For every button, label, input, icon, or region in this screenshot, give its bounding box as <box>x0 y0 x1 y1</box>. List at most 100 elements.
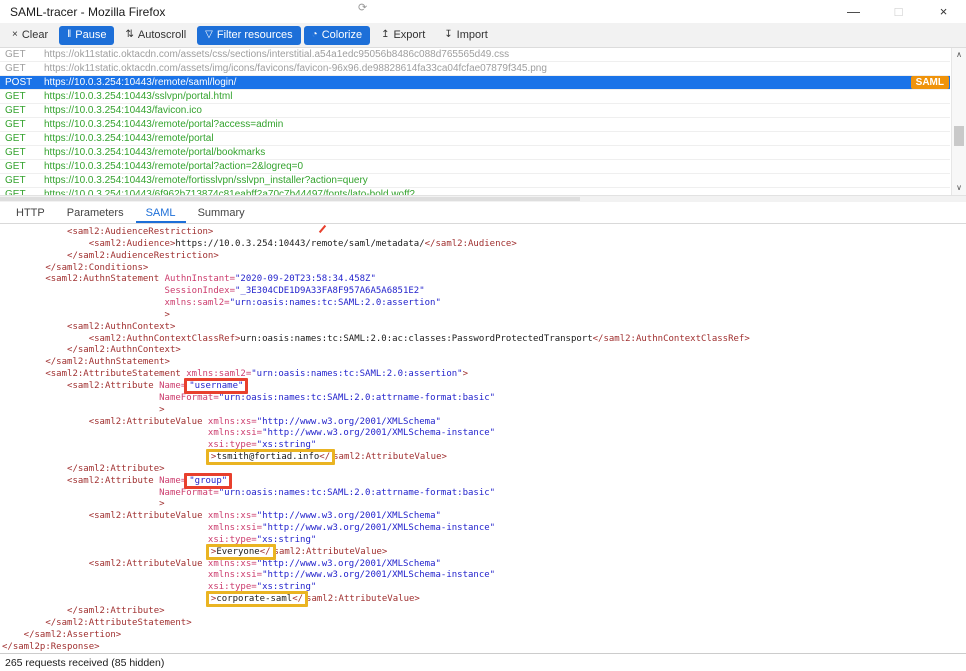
request-row[interactable]: GEThttps://ok11static.oktacdn.com/assets… <box>0 48 950 62</box>
scroll-up-icon[interactable]: ∧ <box>952 48 966 62</box>
request-method: GET <box>0 90 44 103</box>
toolbar-button-label: Autoscroll <box>138 29 186 41</box>
request-row[interactable]: GEThttps://10.0.3.254:10443/remote/porta… <box>0 118 950 132</box>
xml-line: >corporate-saml</saml2:AttributeValue> <box>2 594 966 606</box>
toolbar-button-label: Filter resources <box>217 29 293 41</box>
pause-icon: ‖ <box>67 30 71 40</box>
saml-xml-pane: <saml2:AudienceRestriction> <saml2:Audie… <box>0 224 966 653</box>
toolbar-button-label: Clear <box>22 29 48 41</box>
request-url: https://10.0.3.254:10443/sslvpn/portal.h… <box>44 90 950 103</box>
request-method: GET <box>0 62 44 75</box>
request-list-scrollbar[interactable]: ∧ ∨ <box>951 48 966 195</box>
xml-line: xmlns:xsi="http://www.w3.org/2001/XMLSch… <box>2 428 966 440</box>
request-url: https://ok11static.oktacdn.com/assets/im… <box>44 62 950 75</box>
annotation-box-yellow: >Everyone</ <box>206 544 276 560</box>
close-button[interactable]: × <box>921 0 966 23</box>
request-method: GET <box>0 174 44 187</box>
request-url: https://10.0.3.254:10443/remote/portal?a… <box>44 160 950 173</box>
xml-line: </saml2:Attribute> <box>2 464 966 476</box>
filter-resources-button[interactable]: ▽ Filter resources <box>197 26 301 45</box>
clear-icon: × <box>12 30 18 40</box>
toolbar-button-label: Export <box>393 29 425 41</box>
autoscroll-button[interactable]: ⇅ Autoscroll <box>117 26 194 45</box>
xml-line: <saml2:AuthnContext> <box>2 322 966 334</box>
request-method: GET <box>0 160 44 173</box>
xml-line: xsi:type="xs:string" <box>2 440 966 452</box>
saml-badge: SAML <box>911 76 949 89</box>
request-method: GET <box>0 188 44 195</box>
xml-line: xsi:type="xs:string" <box>2 582 966 594</box>
xml-line: </saml2:AttributeStatement> <box>2 618 966 630</box>
request-list: GEThttps://ok11static.oktacdn.com/assets… <box>0 48 966 195</box>
minimize-button[interactable]: — <box>831 0 876 23</box>
request-url: https://10.0.3.254:10443/remote/portal/b… <box>44 146 950 159</box>
autoscroll-icon: ⇅ <box>125 30 133 40</box>
request-url: https://ok11static.oktacdn.com/assets/cs… <box>44 48 950 61</box>
scroll-down-icon[interactable]: ∨ <box>952 181 966 195</box>
request-row[interactable]: GEThttps://10.0.3.254:10443/6f962b713874… <box>0 188 950 195</box>
request-row[interactable]: GEThttps://10.0.3.254:10443/remote/porta… <box>0 146 950 160</box>
request-url: https://10.0.3.254:10443/remote/portal?a… <box>44 118 950 131</box>
annotation-box-yellow: >tsmith@fortiad.info</ <box>206 449 335 465</box>
xml-line: xmlns:xsi="http://www.w3.org/2001/XMLSch… <box>2 570 966 582</box>
xml-line: </saml2:Conditions> <box>2 263 966 275</box>
maximize-button[interactable]: □ <box>876 0 921 23</box>
window-title: SAML-tracer - Mozilla Firefox <box>10 5 165 19</box>
request-method: GET <box>0 118 44 131</box>
tab-http[interactable]: HTTP <box>6 204 55 223</box>
xml-line: <saml2:Audience>https://10.0.3.254:10443… <box>2 239 966 251</box>
annotation-box-yellow: >corporate-saml</ <box>206 591 308 607</box>
import-icon: ↧ <box>444 30 452 40</box>
busy-cursor-icon: ⟳ <box>358 1 367 14</box>
request-url: https://10.0.3.254:10443/remote/fortissl… <box>44 174 950 187</box>
xml-line: <saml2:Attribute Name="group" <box>2 476 966 488</box>
request-row[interactable]: GEThttps://10.0.3.254:10443/remote/porta… <box>0 160 950 174</box>
xml-line: <saml2:AttributeValue xmlns:xs="http://w… <box>2 511 966 523</box>
xml-line: <saml2:AuthnStatement AuthnInstant="2020… <box>2 274 966 286</box>
xml-line: <saml2:AuthnContextClassRef>urn:oasis:na… <box>2 334 966 346</box>
tab-saml[interactable]: SAML <box>136 204 186 223</box>
xml-line: > <box>2 310 966 322</box>
xml-line: NameFormat="urn:oasis:names:tc:SAML:2.0:… <box>2 488 966 500</box>
xml-line: SessionIndex="_3E304CDE1D9A33FA8F957A6A5… <box>2 286 966 298</box>
request-row[interactable]: POSThttps://10.0.3.254:10443/remote/saml… <box>0 76 950 90</box>
request-row[interactable]: GEThttps://10.0.3.254:10443/remote/porta… <box>0 132 950 146</box>
tab-parameters[interactable]: Parameters <box>57 204 134 223</box>
request-url: https://10.0.3.254:10443/remote/portal <box>44 132 950 145</box>
status-bar: 265 requests received (85 hidden) <box>0 653 966 671</box>
xml-line: <saml2:Attribute Name="username" <box>2 381 966 393</box>
xml-line: xsi:type="xs:string" <box>2 535 966 547</box>
xml-line: <saml2:AudienceRestriction> <box>2 227 966 239</box>
filter-icon: ▽ <box>205 30 213 40</box>
annotation-box-red: "group" <box>184 473 232 489</box>
xml-line: <saml2:AttributeValue xmlns:xs="http://w… <box>2 417 966 429</box>
request-method: GET <box>0 146 44 159</box>
request-url: https://10.0.3.254:10443/remote/saml/log… <box>44 76 910 89</box>
clear-button[interactable]: × Clear <box>4 26 56 45</box>
scrollbar-thumb[interactable] <box>954 126 964 146</box>
request-row[interactable]: GEThttps://10.0.3.254:10443/remote/forti… <box>0 174 950 188</box>
xml-line: >tsmith@fortiad.info</saml2:AttributeVal… <box>2 452 966 464</box>
request-row[interactable]: GEThttps://ok11static.oktacdn.com/assets… <box>0 62 950 76</box>
xml-line: </saml2:AuthnContext> <box>2 345 966 357</box>
horizontal-scrollbar-thumb[interactable] <box>0 197 580 201</box>
export-button[interactable]: ↥Export <box>373 26 433 45</box>
xml-line: </saml2:Assertion> <box>2 630 966 642</box>
pause-button[interactable]: ‖Pause <box>59 26 114 45</box>
annotation-box-red: "username" <box>184 378 248 394</box>
xml-line: > <box>2 499 966 511</box>
xml-line: >Everyone</saml2:AttributeValue> <box>2 547 966 559</box>
request-method: GET <box>0 48 44 61</box>
xml-line: xmlns:saml2="urn:oasis:names:tc:SAML:2.0… <box>2 298 966 310</box>
request-method: GET <box>0 132 44 145</box>
xml-line: <saml2:AttributeValue xmlns:xs="http://w… <box>2 559 966 571</box>
window-controls: — □ × <box>831 0 966 23</box>
request-row[interactable]: GEThttps://10.0.3.254:10443/sslvpn/porta… <box>0 90 950 104</box>
request-row[interactable]: GEThttps://10.0.3.254:10443/favicon.ico <box>0 104 950 118</box>
colorize-icon: ◔ <box>312 30 318 40</box>
tab-summary[interactable]: Summary <box>188 204 255 223</box>
colorize-button[interactable]: ◔Colorize <box>304 26 370 45</box>
import-button[interactable]: ↧Import <box>436 26 496 45</box>
xml-line: </saml2:AudienceRestriction> <box>2 251 966 263</box>
horizontal-scrollbar[interactable] <box>0 195 966 202</box>
